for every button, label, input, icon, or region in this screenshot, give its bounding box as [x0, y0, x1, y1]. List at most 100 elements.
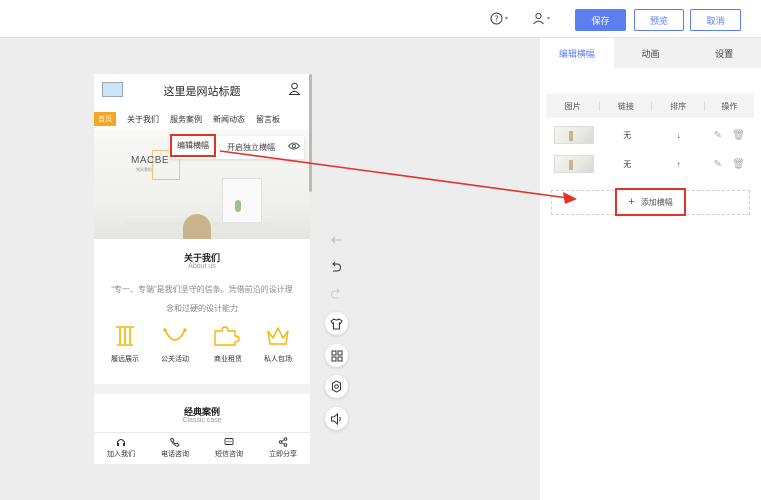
modules-tool-button[interactable] — [325, 344, 348, 367]
footer-label: 立即分享 — [269, 451, 297, 458]
feature-pr[interactable]: 公关活动 — [148, 324, 202, 364]
sort-up-button[interactable]: ↑ — [653, 160, 705, 169]
settings-tool-button[interactable] — [325, 375, 348, 398]
trash-icon[interactable]: 🗑 — [732, 130, 745, 141]
feature-exhibition[interactable]: 履远展示 — [98, 324, 152, 364]
nav-item-guestbook[interactable]: 留言板 — [256, 114, 280, 125]
feature-label: 公关活动 — [161, 356, 189, 363]
chevron-down-icon: ▾ — [505, 16, 509, 22]
tab-animation[interactable]: 动画 — [613, 38, 688, 68]
banner-chair — [183, 214, 211, 239]
add-banner-button[interactable]: + 添加横幅 — [615, 188, 686, 216]
banner-picture-frame — [222, 178, 262, 224]
top-toolbar: ? ▾ ▾ 保存 预览 取消 — [0, 0, 761, 38]
row-actions: ✎ 🗑 — [704, 130, 754, 141]
site-footer: 加入我们 电话咨询 短信咨询 立即分享 — [94, 432, 310, 464]
independent-banner-toggle[interactable]: 开启独立横幅 — [227, 136, 275, 159]
preview-scrollbar[interactable] — [309, 74, 312, 192]
row-link[interactable]: 无 — [601, 130, 653, 141]
help-icon[interactable]: ? — [490, 12, 503, 25]
footer-share[interactable]: 立即分享 — [256, 433, 310, 464]
sound-tool-button[interactable] — [325, 407, 348, 430]
header-actions: 操作 — [721, 101, 738, 111]
nav-item-cases[interactable]: 服务案例 — [170, 114, 202, 125]
banner-plant — [235, 200, 241, 212]
help-menu[interactable]: ? ▾ — [490, 12, 508, 25]
about-text-line1: “专一、专端”是我们坚守的信条。凭借前沿的设计理 — [111, 285, 293, 294]
about-subtitle: About us — [188, 263, 216, 270]
feature-label: 商业租赁 — [214, 356, 242, 363]
speaker-icon — [331, 412, 341, 425]
feature-label: 履远展示 — [111, 356, 139, 363]
grid-icon — [331, 350, 342, 361]
chevron-down-icon: ▾ — [547, 16, 551, 22]
phone-icon — [170, 437, 180, 447]
save-button[interactable]: 保存 — [575, 9, 626, 31]
nav-item-news[interactable]: 新闻动态 — [213, 114, 245, 125]
gear-icon — [332, 380, 341, 393]
header-link: 链接 — [617, 101, 634, 111]
tab-edit-banner[interactable]: 编辑横幅 — [540, 38, 614, 68]
banner-subtext: 独具慧眼 — [136, 167, 152, 172]
footer-phone[interactable]: 电话咨询 — [148, 433, 202, 464]
pillar-icon — [116, 326, 134, 346]
banner-table-header: 图片 链接 排序 操作 — [546, 94, 754, 118]
smile-icon — [163, 328, 187, 341]
edit-banner-button[interactable]: 编辑横幅 — [170, 134, 216, 157]
site-title[interactable]: 这里是网站标题 — [94, 83, 310, 99]
back-arrow-icon[interactable] — [330, 235, 342, 245]
crown-icon — [267, 326, 289, 345]
theme-tool-button[interactable] — [325, 312, 348, 335]
properties-panel: 编辑横幅 动画 设置 图片 链接 排序 操作 无 ↓ ✎ 🗑 无 ↑ ✎ 🗑 +… — [540, 38, 761, 500]
edit-icon[interactable]: ✎ — [714, 159, 722, 170]
row-image-cell — [546, 155, 599, 173]
banner-thumbnail[interactable] — [554, 155, 594, 173]
feature-leasing[interactable]: 商业租赁 — [201, 324, 255, 364]
footer-sms[interactable]: 短信咨询 — [202, 433, 256, 464]
table-row: 无 ↓ ✎ 🗑 — [546, 123, 754, 147]
header-sort: 排序 — [670, 101, 687, 111]
svg-text:?: ? — [494, 15, 498, 24]
add-banner-label: 添加横幅 — [640, 197, 673, 207]
banner-thumbnail[interactable] — [554, 126, 594, 144]
share-icon — [278, 437, 288, 447]
footer-join-us[interactable]: 加入我们 — [94, 433, 148, 464]
account-menu[interactable]: ▾ — [532, 12, 550, 25]
site-header: 这里是网站标题 — [94, 74, 310, 104]
feature-label: 私人包场 — [264, 356, 292, 363]
user-icon[interactable] — [532, 12, 545, 25]
user-icon[interactable] — [288, 82, 301, 95]
banner-text: MACBE — [131, 155, 170, 166]
site-nav: 首页 关于我们 服务案例 新闻动态 留言板 — [94, 108, 310, 130]
phone-preview: 这里是网站标题 首页 关于我们 服务案例 新闻动态 留言板 MACBE 独具慧眼… — [94, 74, 310, 464]
row-link[interactable]: 无 — [601, 159, 653, 170]
footer-label: 电话咨询 — [161, 451, 189, 458]
edit-icon[interactable]: ✎ — [714, 130, 722, 141]
table-row: 无 ↑ ✎ 🗑 — [546, 152, 754, 176]
plus-icon: + — [628, 196, 635, 208]
nav-item-about[interactable]: 关于我们 — [127, 114, 159, 125]
about-text-line2: 念和过硬的设计能力 — [166, 304, 238, 313]
cancel-button[interactable]: 取消 — [690, 9, 741, 31]
cases-subtitle: Classic case — [182, 417, 222, 424]
row-image-cell — [546, 126, 599, 144]
shirt-icon — [330, 317, 343, 329]
section-divider — [94, 384, 310, 394]
eye-icon[interactable] — [288, 141, 300, 151]
footer-label: 短信咨询 — [215, 451, 243, 458]
trash-icon[interactable]: 🗑 — [732, 159, 745, 170]
undo-icon[interactable] — [330, 261, 342, 273]
redo-icon[interactable] — [330, 288, 342, 300]
tab-settings[interactable]: 设置 — [687, 38, 761, 68]
nav-item-home[interactable]: 首页 — [94, 112, 116, 126]
preview-button[interactable]: 预览 — [634, 9, 684, 31]
panel-tabs: 编辑横幅 动画 设置 — [540, 38, 761, 68]
headset-icon — [117, 439, 125, 446]
sort-down-button[interactable]: ↓ — [653, 131, 705, 140]
row-actions: ✎ 🗑 — [704, 159, 754, 170]
feature-private-booking[interactable]: 私人包场 — [251, 324, 305, 364]
puzzle-icon — [214, 326, 240, 346]
message-icon — [224, 438, 234, 445]
footer-label: 加入我们 — [107, 451, 135, 458]
header-image: 图片 — [564, 101, 581, 111]
